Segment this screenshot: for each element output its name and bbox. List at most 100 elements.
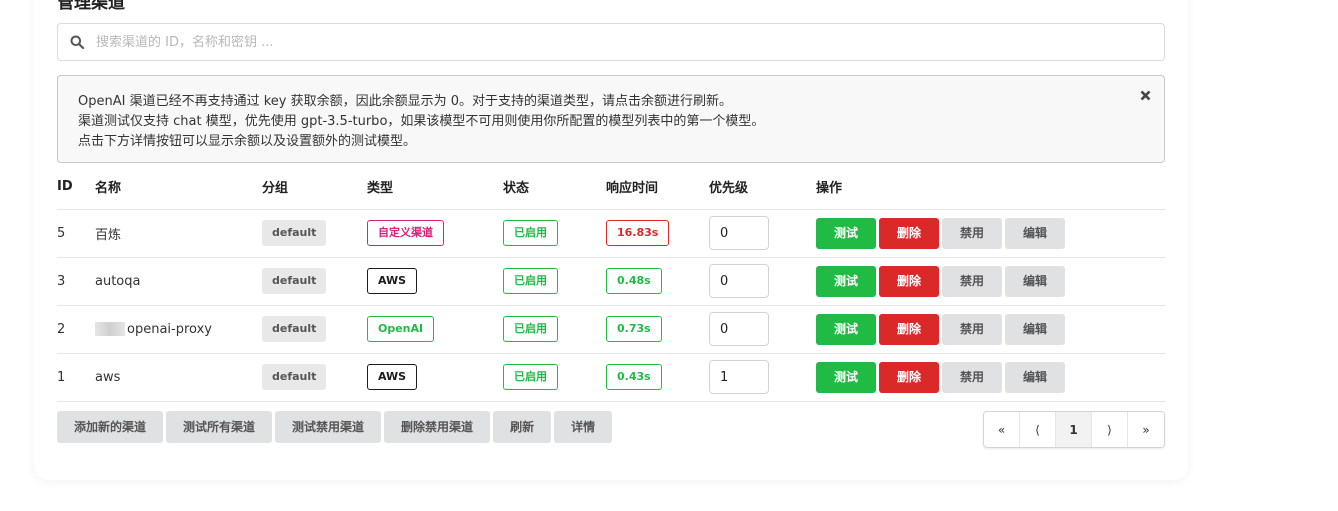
edit-button[interactable]: 编辑 xyxy=(1005,361,1065,393)
edit-button[interactable]: 编辑 xyxy=(1005,313,1065,345)
cell-response-time: 0.48s xyxy=(606,257,709,306)
delete-button[interactable]: 删除 xyxy=(879,217,939,249)
next-page-button[interactable]: ⟩ xyxy=(1092,412,1128,447)
cell-actions: 测试 删除 禁用 编辑 xyxy=(816,209,1165,258)
cell-status: 已启用 xyxy=(503,257,606,306)
delete-button[interactable]: 删除 xyxy=(879,361,939,393)
response-time-badge[interactable]: 0.43s xyxy=(606,364,662,390)
status-badge: 已启用 xyxy=(503,364,558,390)
refresh-button[interactable]: 刷新 xyxy=(493,411,552,443)
cell-type: AWS xyxy=(367,353,503,402)
current-page-button[interactable]: 1 xyxy=(1056,412,1092,447)
cell-group: default xyxy=(262,257,367,306)
cell-type: 自定义渠道 xyxy=(367,209,503,258)
cell-response-time: 0.43s xyxy=(606,353,709,402)
response-time-badge[interactable]: 0.48s xyxy=(606,268,662,294)
test-button[interactable]: 测试 xyxy=(816,361,876,393)
edit-button[interactable]: 编辑 xyxy=(1005,217,1065,249)
search-input[interactable] xyxy=(96,34,1136,50)
delete-disabled-channels-button[interactable]: 删除禁用渠道 xyxy=(384,411,491,443)
header-status[interactable]: 状态 xyxy=(503,164,606,210)
notice-message: OpenAI 渠道已经不再支持通过 key 获取余额，因此余额显示为 0。对于支… xyxy=(57,75,1165,163)
header-name[interactable]: 名称 xyxy=(95,164,262,210)
cell-id: 3 xyxy=(57,257,95,306)
disable-button[interactable]: 禁用 xyxy=(942,313,1002,345)
disable-button[interactable]: 禁用 xyxy=(942,361,1002,393)
response-time-badge[interactable]: 0.73s xyxy=(606,316,662,342)
cell-type: OpenAI xyxy=(367,305,503,354)
cell-status: 已启用 xyxy=(503,209,606,258)
table-row: 2 openai-proxy default OpenAI 已启用 0.73s … xyxy=(57,305,1165,354)
notice-line: 渠道测试仅支持 chat 模型，优先使用 gpt-3.5-turbo，如果该模型… xyxy=(78,114,765,129)
cell-name-text: openai-proxy xyxy=(127,321,212,337)
edit-button[interactable]: 编辑 xyxy=(1005,265,1065,297)
cell-status: 已启用 xyxy=(503,353,606,402)
cell-id: 2 xyxy=(57,305,95,354)
type-label: OpenAI xyxy=(367,316,435,342)
type-label: 自定义渠道 xyxy=(367,220,444,246)
first-page-button[interactable]: « xyxy=(984,412,1020,447)
cell-priority xyxy=(709,305,816,354)
channels-table: ID 名称 分组 类型 状态 响应时间 优先级 操作 5 百炼 default … xyxy=(57,164,1165,402)
type-label: AWS xyxy=(367,268,418,294)
search-box[interactable] xyxy=(57,23,1165,61)
cell-priority xyxy=(709,257,816,306)
cell-group: default xyxy=(262,305,367,354)
cell-priority xyxy=(709,209,816,258)
priority-input[interactable] xyxy=(709,216,769,250)
notice-line: OpenAI 渠道已经不再支持通过 key 获取余额，因此余额显示为 0。对于支… xyxy=(78,94,733,109)
table-row: 1 aws default AWS 已启用 0.43s 测试删除禁用编辑 xyxy=(57,353,1165,402)
group-label: default xyxy=(262,268,327,294)
test-button[interactable]: 测试 xyxy=(816,313,876,345)
last-page-button[interactable]: » xyxy=(1128,412,1164,447)
table-row: 5 百炼 default 自定义渠道 已启用 16.83s 测试删除禁用编辑 xyxy=(57,209,1165,258)
header-response-time[interactable]: 响应时间 xyxy=(606,164,709,210)
cell-response-time: 16.83s xyxy=(606,209,709,258)
header-group[interactable]: 分组 xyxy=(262,164,367,210)
header-id[interactable]: ID xyxy=(57,164,95,210)
test-all-channels-button[interactable]: 测试所有渠道 xyxy=(166,411,273,443)
group-label: default xyxy=(262,316,327,342)
redacted-text xyxy=(95,322,125,336)
priority-input[interactable] xyxy=(709,312,769,346)
cell-type: AWS xyxy=(367,257,503,306)
pagination: « ⟨ 1 ⟩ » xyxy=(983,411,1165,448)
group-label: default xyxy=(262,220,327,246)
test-disabled-channels-button[interactable]: 测试禁用渠道 xyxy=(275,411,382,443)
header-type[interactable]: 类型 xyxy=(367,164,503,210)
search-icon xyxy=(58,23,96,61)
add-channel-button[interactable]: 添加新的渠道 xyxy=(57,411,164,443)
priority-input[interactable] xyxy=(709,360,769,394)
close-icon[interactable] xyxy=(1136,86,1154,104)
status-badge: 已启用 xyxy=(503,316,558,342)
disable-button[interactable]: 禁用 xyxy=(942,217,1002,249)
cell-id: 1 xyxy=(57,353,95,402)
cell-id: 5 xyxy=(57,209,95,258)
type-label: AWS xyxy=(367,364,418,390)
delete-button[interactable]: 删除 xyxy=(879,313,939,345)
delete-button[interactable]: 删除 xyxy=(879,265,939,297)
cell-group: default xyxy=(262,353,367,402)
cell-name: autoqa xyxy=(95,257,262,306)
header-actions: 操作 xyxy=(816,164,1165,210)
test-button[interactable]: 测试 xyxy=(816,265,876,297)
table-row: 3 autoqa default AWS 已启用 0.48s 测试删除禁用编辑 xyxy=(57,257,1165,306)
test-button[interactable]: 测试 xyxy=(816,217,876,249)
cell-name: openai-proxy xyxy=(95,305,262,354)
notice-line: 点击下方详情按钮可以显示余额以及设置额外的测试模型。 xyxy=(78,134,417,149)
cell-actions: 测试 删除 禁用 编辑 xyxy=(816,305,1165,354)
table-header-row: ID 名称 分组 类型 状态 响应时间 优先级 操作 xyxy=(57,164,1165,210)
header-priority[interactable]: 优先级 xyxy=(709,164,816,210)
cell-group: default xyxy=(262,209,367,258)
prev-page-button[interactable]: ⟨ xyxy=(1020,412,1056,447)
status-badge: 已启用 xyxy=(503,268,558,294)
response-time-badge[interactable]: 16.83s xyxy=(606,220,670,246)
disable-button[interactable]: 禁用 xyxy=(942,265,1002,297)
details-button[interactable]: 详情 xyxy=(554,411,613,443)
cell-actions: 测试 删除 禁用 编辑 xyxy=(816,353,1165,402)
cell-name: 百炼 xyxy=(95,209,262,258)
status-badge: 已启用 xyxy=(503,220,558,246)
cell-priority xyxy=(709,353,816,402)
priority-input[interactable] xyxy=(709,264,769,298)
cell-actions: 测试 删除 禁用 编辑 xyxy=(816,257,1165,306)
